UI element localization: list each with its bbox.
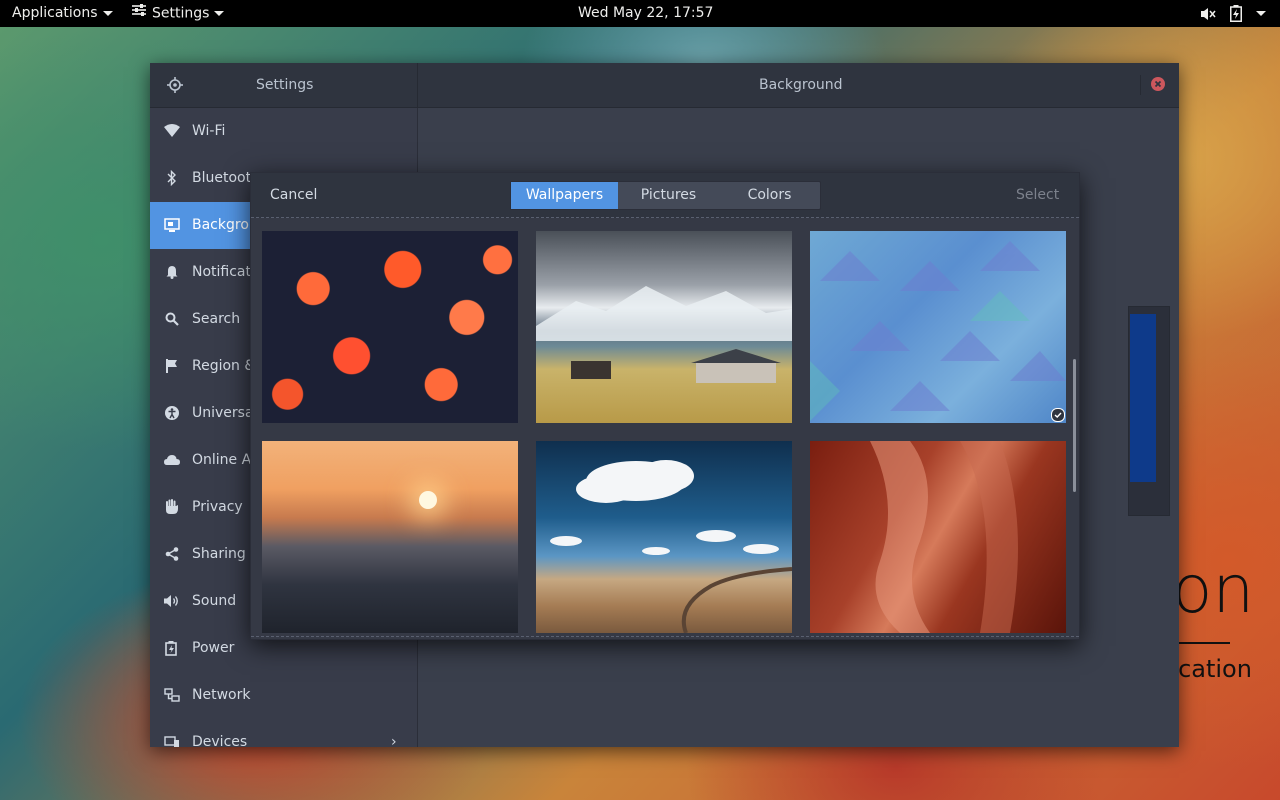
- close-icon: [1154, 80, 1162, 88]
- settings-gear-icon[interactable]: [167, 77, 183, 93]
- chevron-down-icon: [102, 10, 113, 16]
- power-icon: [164, 625, 180, 672]
- sidebar-item-label: Search: [192, 311, 241, 327]
- sidebar-item-label: Universa: [192, 405, 254, 421]
- top-bar: Applications Settings Wed May 22, 17:57: [0, 0, 1280, 27]
- current-background-preview: [1130, 314, 1156, 482]
- battery-charging-icon[interactable]: [1230, 5, 1242, 22]
- wallpaper-text-large: on: [1172, 551, 1255, 628]
- clock[interactable]: Wed May 22, 17:57: [578, 0, 713, 27]
- header-separator: [1140, 75, 1141, 95]
- wifi-icon: [164, 108, 180, 155]
- sidebar-item-label: Wi-Fi: [192, 123, 226, 139]
- sidebar-item-label: Region &: [192, 358, 256, 374]
- tab-colors[interactable]: Colors: [719, 182, 820, 209]
- window-header: Settings Background: [150, 63, 1179, 108]
- settings-app-menu[interactable]: Settings: [132, 0, 225, 27]
- sidebar-item-label: Network: [192, 687, 251, 703]
- flag-icon: [164, 343, 180, 390]
- chevron-right-icon: ›: [391, 734, 397, 747]
- sun-shape: [419, 491, 437, 509]
- wallpaper-thumbnail-mountains[interactable]: [536, 231, 792, 423]
- wallpaper-thumbnail-canyon[interactable]: [810, 441, 1066, 633]
- sidebar-item-label: Online A: [192, 452, 252, 468]
- dialog-header: Cancel Wallpapers Pictures Colors Select: [251, 173, 1079, 218]
- sidebar-item-label: Backgrou: [192, 217, 258, 233]
- devices-icon: [164, 719, 180, 747]
- network-icon: [164, 672, 180, 719]
- settings-app-label: Settings: [152, 5, 210, 22]
- sidebar-item-wifi[interactable]: Wi-Fi: [150, 108, 417, 155]
- header-divider: [417, 63, 418, 107]
- hand-icon: [164, 484, 180, 531]
- background-icon: [164, 202, 180, 249]
- settings-app-icon: [132, 0, 146, 27]
- accessibility-icon: [164, 390, 180, 437]
- select-button[interactable]: Select: [1016, 173, 1059, 217]
- dialog-bottom-border: [251, 636, 1079, 637]
- sidebar-title: Settings: [256, 77, 314, 93]
- speaker-icon: [164, 578, 180, 625]
- chevron-down-icon[interactable]: [1256, 10, 1266, 16]
- sidebar-item-devices[interactable]: Devices ›: [150, 719, 417, 747]
- applications-menu[interactable]: Applications: [12, 0, 113, 27]
- sidebar-item-label: Bluetoot: [192, 170, 252, 186]
- share-icon: [164, 531, 180, 578]
- sidebar-item-label: Devices: [192, 734, 248, 747]
- sidebar-item-label: Sharing: [192, 546, 246, 562]
- sidebar-item-label: Sound: [192, 593, 237, 609]
- cancel-button[interactable]: Cancel: [270, 173, 317, 217]
- scrollbar[interactable]: [1073, 359, 1076, 492]
- wallpaper-thumbnail-desert-road[interactable]: [536, 441, 792, 633]
- wallpaper-thumbnail-geometric[interactable]: [810, 231, 1066, 423]
- sidebar-item-label: Privacy: [192, 499, 243, 515]
- sidebar-item-label: Notificat: [192, 264, 252, 280]
- wallpaper-thumbnail-flowers[interactable]: [262, 231, 518, 423]
- wallpaper-chooser-dialog: Cancel Wallpapers Pictures Colors Select: [250, 172, 1080, 640]
- sidebar-item-network[interactable]: Network: [150, 672, 417, 719]
- tab-wallpapers[interactable]: Wallpapers: [511, 182, 618, 209]
- bluetooth-icon: [164, 155, 180, 202]
- wallpaper-divider: [1178, 642, 1230, 644]
- sidebar-item-label: Power: [192, 640, 235, 656]
- selected-check-icon: [1051, 408, 1065, 422]
- close-button[interactable]: [1151, 77, 1165, 91]
- chevron-down-icon: [214, 11, 225, 16]
- cloud-icon: [164, 437, 180, 484]
- source-tabs: Wallpapers Pictures Colors: [510, 181, 821, 210]
- bell-icon: [164, 249, 180, 296]
- tab-pictures[interactable]: Pictures: [618, 182, 719, 209]
- volume-muted-icon[interactable]: [1200, 6, 1216, 22]
- wallpaper-thumbnail-sunset-sea[interactable]: [262, 441, 518, 633]
- panel-title: Background: [759, 77, 843, 93]
- search-icon: [164, 296, 180, 343]
- applications-label: Applications: [12, 5, 98, 21]
